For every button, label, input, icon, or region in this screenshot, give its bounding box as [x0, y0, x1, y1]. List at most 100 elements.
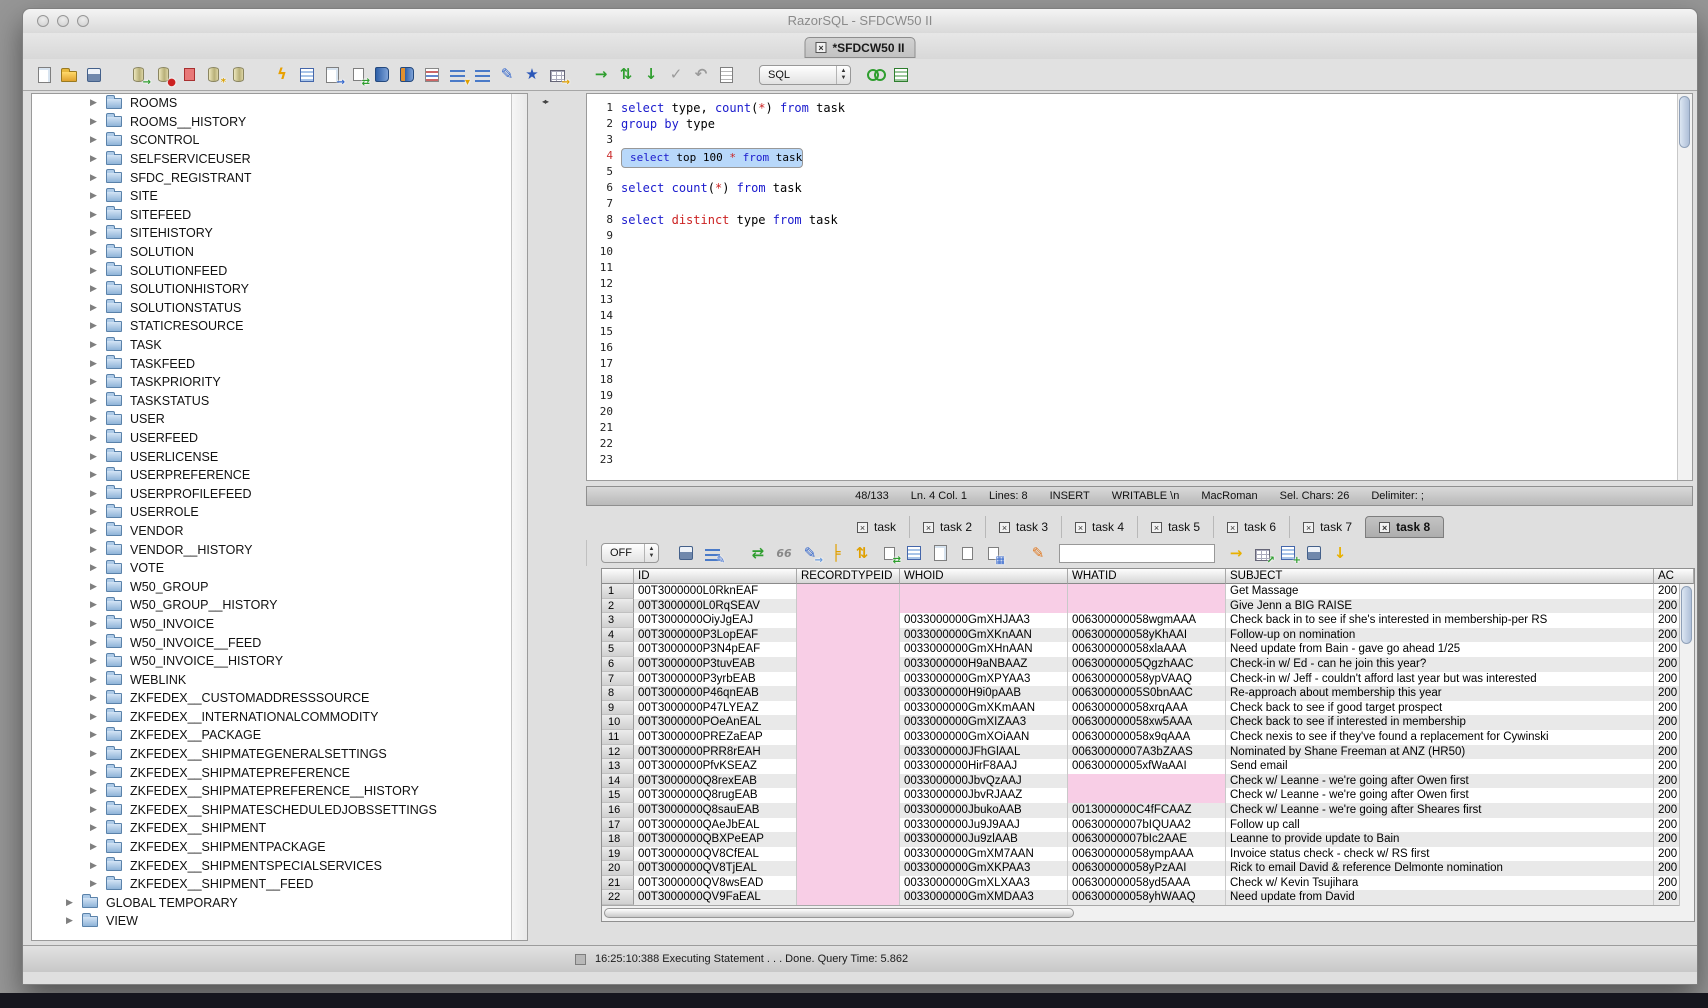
tree-item[interactable]: ▶W50_INVOICE__HISTORY: [32, 652, 527, 671]
compare-icon[interactable]: ⇄: [346, 65, 368, 85]
disclosure-triangle-icon[interactable]: ▶: [90, 377, 106, 387]
cell-subject[interactable]: Check w/ Leanne - we're going after Owen…: [1226, 774, 1654, 789]
cell-subject[interactable]: Send email: [1226, 759, 1654, 774]
cell-whatid[interactable]: 006300000058xrqAAA: [1068, 701, 1226, 716]
cell-whatid[interactable]: 006300000058yd5AAA: [1068, 876, 1226, 891]
cell-subject[interactable]: Invoice status check - check w/ RS first: [1226, 847, 1654, 862]
disclosure-triangle-icon[interactable]: ▶: [90, 470, 106, 480]
disclosure-triangle-icon[interactable]: ▶: [90, 712, 106, 722]
tree-item[interactable]: ▶ZKFEDEX__SHIPMATEGENERALSETTINGS: [32, 745, 527, 764]
editor-line[interactable]: 15: [587, 324, 1692, 340]
tree-item[interactable]: ▶GLOBAL TEMPORARY: [32, 894, 527, 913]
cell-whatid[interactable]: 00630000007A3bZAAS: [1068, 745, 1226, 760]
horizontal-scrollbar[interactable]: [602, 905, 1694, 921]
cell-subject[interactable]: Need update from Bain - gave go ahead 1/…: [1226, 642, 1654, 657]
tab-task-4[interactable]: ×task 4: [1061, 516, 1137, 538]
cell-subject[interactable]: Check back to see if good target prospec…: [1226, 701, 1654, 716]
save-icon[interactable]: [83, 65, 105, 85]
tree-item[interactable]: ▶USER: [32, 410, 527, 429]
zoom-window-button[interactable]: [77, 15, 89, 27]
cell-recordtypeid[interactable]: [797, 832, 900, 847]
tree-scrollbar[interactable]: [511, 94, 527, 940]
cell-recordtypeid[interactable]: [797, 584, 900, 599]
tree-item[interactable]: ▶SITE: [32, 187, 527, 206]
cell-rownum[interactable]: 12: [602, 745, 634, 760]
disclosure-triangle-icon[interactable]: ▶: [90, 823, 106, 833]
cell-recordtypeid[interactable]: [797, 657, 900, 672]
cell-whoid[interactable]: 0033000000GmXMDAA3: [900, 890, 1068, 905]
cell-whatid[interactable]: 006300000058ypVAAQ: [1068, 672, 1226, 687]
disclosure-triangle-icon[interactable]: ▶: [90, 396, 106, 406]
cell-recordtypeid[interactable]: [797, 701, 900, 716]
cell-subject[interactable]: Check w/ Kevin Tsujihara: [1226, 876, 1654, 891]
export-results-icon[interactable]: ↗: [1251, 543, 1273, 563]
cell-recordtypeid[interactable]: [797, 715, 900, 730]
disclosure-triangle-icon[interactable]: ▶: [90, 545, 106, 555]
rollback-icon[interactable]: ↶: [690, 65, 712, 85]
cell-rownum[interactable]: 22: [602, 890, 634, 905]
tree-item[interactable]: ▶ZKFEDEX__CUSTOMADDRESSSOURCE: [32, 689, 527, 708]
disclosure-triangle-icon[interactable]: ▶: [90, 210, 106, 220]
table-row[interactable]: 2200T3000000QV9FaEAL0033000000GmXMDAA300…: [602, 890, 1694, 905]
tree-item[interactable]: ▶VENDOR: [32, 522, 527, 541]
copy-pages-icon[interactable]: [177, 65, 199, 85]
cell-rownum[interactable]: 2: [602, 599, 634, 614]
search-input[interactable]: [1059, 544, 1215, 563]
tree-item[interactable]: ▶USERROLE: [32, 503, 527, 522]
editor-line[interactable]: 22: [587, 436, 1692, 452]
tree-item[interactable]: ▶ZKFEDEX__SHIPMENT: [32, 819, 527, 838]
cell-recordtypeid[interactable]: [797, 818, 900, 833]
close-tab-icon[interactable]: ×: [857, 522, 868, 533]
close-document-icon[interactable]: ×: [815, 42, 826, 53]
tree-item[interactable]: ▶W50_GROUP__HISTORY: [32, 596, 527, 615]
editor-line[interactable]: 9: [587, 228, 1692, 244]
favorites-icon[interactable]: ★: [521, 65, 543, 85]
cell-id[interactable]: 00T3000000OiyJgEAJ: [634, 613, 797, 628]
cell-id[interactable]: 00T3000000QV8CfEAL: [634, 847, 797, 862]
cell-rownum[interactable]: 3: [602, 613, 634, 628]
cell-recordtypeid[interactable]: [797, 642, 900, 657]
close-tab-icon[interactable]: ×: [1303, 522, 1314, 533]
tree-item[interactable]: ▶STATICRESOURCE: [32, 317, 527, 336]
disclosure-triangle-icon[interactable]: ▶: [90, 303, 106, 313]
cell-rownum[interactable]: 19: [602, 847, 634, 862]
column-header-AC[interactable]: AC: [1654, 569, 1694, 584]
disclosure-triangle-icon[interactable]: ▶: [90, 135, 106, 145]
close-tab-icon[interactable]: ×: [1379, 522, 1390, 533]
cell-subject[interactable]: Check nexis to see if they've found a re…: [1226, 730, 1654, 745]
disclosure-triangle-icon[interactable]: ▶: [90, 861, 106, 871]
run-icon[interactable]: →: [590, 65, 612, 85]
disclosure-triangle-icon[interactable]: ▶: [90, 117, 106, 127]
editor-line[interactable]: 6select count(*) from task: [587, 180, 1692, 196]
cell-whoid[interactable]: 0033000000GmXPYAA3: [900, 672, 1068, 687]
editor-line[interactable]: 17: [587, 356, 1692, 372]
cell-recordtypeid[interactable]: [797, 788, 900, 803]
cell-id[interactable]: 00T3000000L0RknEAF: [634, 584, 797, 599]
table-row[interactable]: 1700T3000000QAeJbEAL0033000000Ju9J9AAJ00…: [602, 818, 1694, 833]
cell-id[interactable]: 00T3000000L0RqSEAV: [634, 599, 797, 614]
tree-item[interactable]: ▶TASK: [32, 336, 527, 355]
cell-whatid[interactable]: 00630000007bIQUAA2: [1068, 818, 1226, 833]
docs-icon[interactable]: [396, 65, 418, 85]
cell-rownum[interactable]: 11: [602, 730, 634, 745]
editor-line[interactable]: 14: [587, 308, 1692, 324]
title-bar[interactable]: RazorSQL - SFDCW50 II: [23, 9, 1697, 34]
cell-rownum[interactable]: 14: [602, 774, 634, 789]
editor-line[interactable]: 4select top 100 * from task: [587, 148, 1692, 164]
table-row[interactable]: 1800T3000000QBXPeEAP0033000000Ju9zlAAB00…: [602, 832, 1694, 847]
cell-whatid[interactable]: 00630000007bIc2AAE: [1068, 832, 1226, 847]
tree-item[interactable]: ▶USERPREFERENCE: [32, 466, 527, 485]
table-row[interactable]: 2100T3000000QV8wsEAD0033000000GmXLXAA300…: [602, 876, 1694, 891]
cell-rownum[interactable]: 13: [602, 759, 634, 774]
tree-item[interactable]: ▶SCONTROL: [32, 131, 527, 150]
close-tab-icon[interactable]: ×: [1075, 522, 1086, 533]
cell-whoid[interactable]: 0033000000Ju9J9AAJ: [900, 818, 1068, 833]
cell-whoid[interactable]: 0033000000GmXKmAAN: [900, 701, 1068, 716]
highlighter-icon[interactable]: ✎: [1027, 543, 1049, 563]
copy-table-icon[interactable]: ▦: [981, 543, 1003, 563]
column-header-RECORDTYPEID[interactable]: RECORDTYPEID: [797, 569, 900, 584]
disclosure-triangle-icon[interactable]: ▶: [90, 600, 106, 610]
db-icon[interactable]: [227, 65, 249, 85]
form-view-icon[interactable]: [903, 543, 925, 563]
cell-whatid[interactable]: [1068, 599, 1226, 614]
